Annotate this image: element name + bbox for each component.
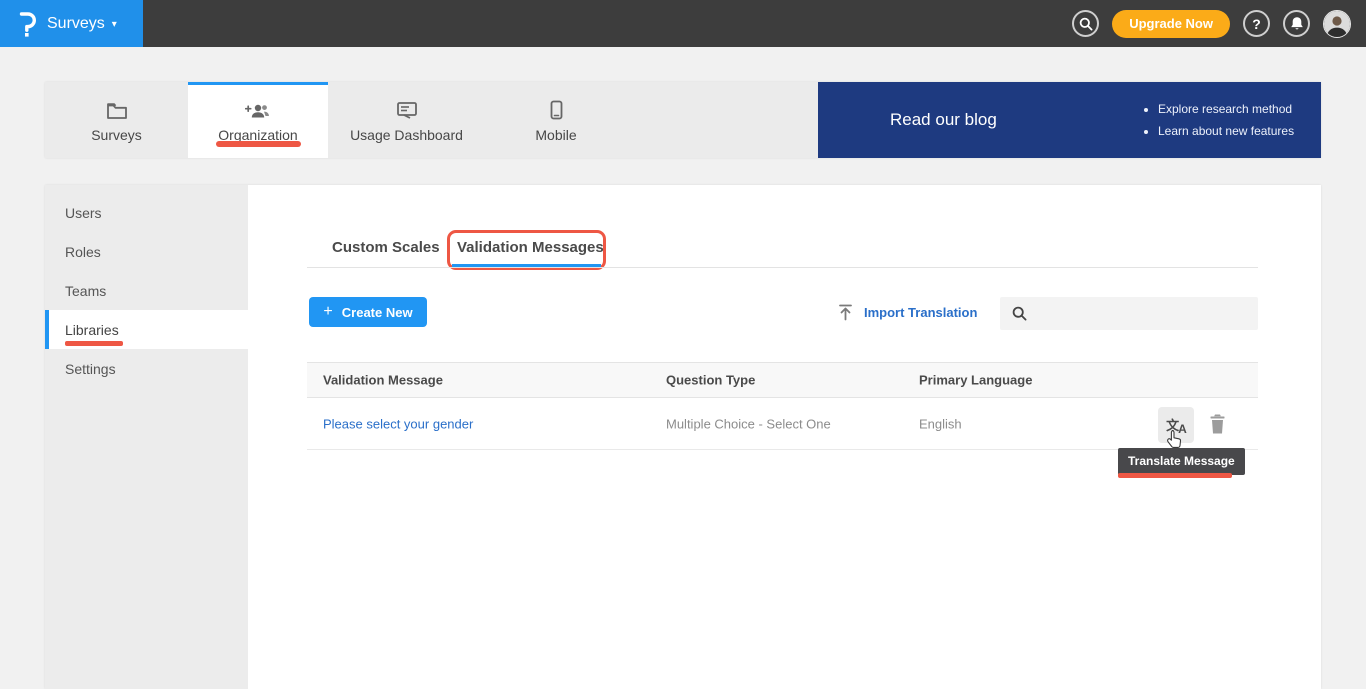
validation-messages-table: Validation Message Question Type Primary… [307,362,1258,450]
question-mark-icon: ? [1252,16,1261,32]
sidebar-item-label: Libraries [65,322,119,338]
chevron-down-icon: ▾ [112,17,117,30]
user-avatar[interactable] [1323,10,1351,38]
create-new-label: Create New [342,305,413,320]
table-search [1000,297,1258,330]
trash-icon [1208,413,1232,435]
bell-icon [1290,16,1304,31]
tab-mobile[interactable]: Mobile [485,82,627,158]
sidebar-item-libraries[interactable]: Libraries [45,310,248,349]
product-label: Surveys [47,15,105,33]
tab-label: Usage Dashboard [350,127,463,143]
column-header-question-type: Question Type [666,373,755,388]
blog-bullet: Learn about new features [1158,120,1294,142]
topbar-actions: Upgrade Now ? [1072,0,1351,47]
notifications-button[interactable] [1283,10,1310,37]
sidebar-item-users[interactable]: Users [45,193,248,232]
translate-message-tooltip: Translate Message [1118,448,1245,475]
upgrade-now-button[interactable]: Upgrade Now [1112,10,1230,38]
create-new-button[interactable]: + Create New [309,297,427,327]
delete-message-button[interactable] [1208,411,1232,437]
search-icon [1079,17,1093,31]
organization-sidebar: Users Roles Teams Libraries Settings [45,185,248,689]
search-button[interactable] [1072,10,1099,37]
plus-icon: + [323,303,332,321]
tab-custom-scales[interactable]: Custom Scales [332,239,440,256]
table-header: Validation Message Question Type Primary… [307,362,1258,398]
module-tabs: Surveys Organization Usage Dashboard Mob… [45,82,627,158]
dashboard-icon [396,100,418,120]
sidebar-item-roles[interactable]: Roles [45,232,248,271]
blog-bullet: Explore research method [1158,98,1294,120]
sidebar-item-label: Teams [65,283,106,299]
cursor-pointer-icon [1166,429,1184,450]
search-input[interactable] [1035,306,1235,321]
validation-message-link[interactable]: Please select your gender [323,416,473,431]
blog-promo-panel[interactable]: Read our blog Explore research method Le… [818,82,1321,158]
annotation-underline-tooltip [1118,473,1232,478]
tab-validation-messages[interactable]: Validation Messages [457,239,604,256]
import-translation-link[interactable]: Import Translation [838,304,977,321]
sidebar-item-label: Roles [65,244,101,260]
annotation-underline-organization [216,141,301,147]
organization-panel: Users Roles Teams Libraries Settings Cus… [45,185,1321,689]
tabs-divider [307,267,1258,268]
import-translation-label: Import Translation [864,305,977,320]
upload-icon [838,304,853,321]
libraries-content: Custom Scales Validation Messages + Crea… [248,185,1321,689]
sidebar-item-teams[interactable]: Teams [45,271,248,310]
product-switcher[interactable]: Surveys ▾ [0,0,143,47]
annotation-underline-libraries [65,341,123,346]
help-button[interactable]: ? [1243,10,1270,37]
blog-panel-title: Read our blog [890,110,997,130]
search-icon [1012,306,1027,321]
add-people-icon [245,100,271,120]
sidebar-item-label: Settings [65,361,116,377]
sidebar-item-label: Users [65,205,102,221]
tab-label: Surveys [91,127,142,143]
sidebar-item-settings[interactable]: Settings [45,349,248,388]
primary-language-cell: English [919,416,962,431]
topbar: Surveys ▾ Upgrade Now ? [0,0,1366,47]
table-row: Please select your gender Multiple Choic… [307,398,1258,450]
module-nav-strip: Surveys Organization Usage Dashboard Mob… [45,82,1321,158]
column-header-primary-language: Primary Language [919,373,1032,388]
blog-panel-bullets: Explore research method Learn about new … [1142,98,1294,142]
question-type-cell: Multiple Choice - Select One [666,416,831,431]
tab-label: Mobile [535,127,576,143]
tab-usage-dashboard[interactable]: Usage Dashboard [328,82,485,158]
mobile-icon [550,100,563,120]
questionpro-logo [17,10,38,37]
tab-surveys[interactable]: Surveys [45,82,188,158]
folder-icon [106,100,128,120]
column-header-validation-message: Validation Message [323,373,443,388]
